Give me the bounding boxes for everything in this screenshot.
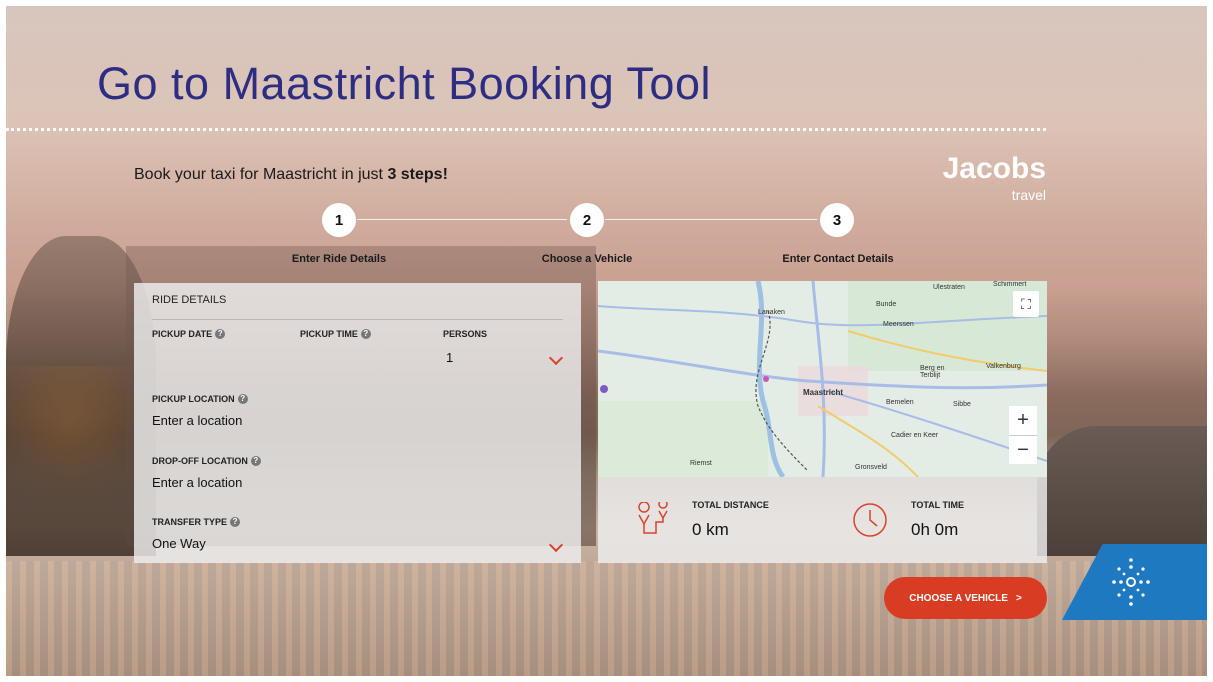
map-place-label: Schimmert — [993, 281, 1027, 288]
route-icon — [638, 502, 668, 534]
step-3-label: Enter Contact Details — [782, 253, 894, 265]
help-icon[interactable]: ? — [215, 329, 226, 339]
persons-label: PERSONS — [443, 329, 487, 339]
chevron-right-icon: > — [1015, 592, 1022, 604]
map-place-label: Cadier en Keer — [891, 432, 939, 439]
transfer-type-label-text: TRANSFER TYPE — [152, 517, 228, 527]
chevron-down-icon[interactable] — [548, 350, 564, 366]
step-3-circle: 3 — [820, 203, 854, 237]
sun-logo-icon — [1112, 558, 1150, 606]
choose-vehicle-button[interactable]: CHOOSE A VEHICLE > — [884, 577, 1047, 619]
map-place-label: Ulestraten — [933, 284, 965, 291]
map-place-label: Bunde — [876, 301, 897, 308]
subtitle-text: Book your taxi for Maastricht in just — [134, 166, 388, 183]
ride-details-panel: RIDE DETAILS PICKUP DATE ? PICKUP TIME ?… — [134, 283, 581, 563]
step-2-label: Choose a Vehicle — [541, 253, 633, 265]
step-1-label: Enter Ride Details — [291, 253, 387, 265]
dropoff-location-input[interactable]: Enter a location — [152, 475, 242, 490]
zoom-in-button[interactable]: + — [1009, 406, 1037, 436]
clock-icon — [853, 503, 887, 537]
subtitle-bold: 3 steps! — [387, 166, 448, 183]
divider — [152, 319, 563, 320]
total-time-label: TOTAL TIME — [911, 500, 964, 510]
fullscreen-icon: ⛶ — [1021, 295, 1031, 312]
map-place-label: Valkenburg — [986, 363, 1021, 370]
transfer-type-label: TRANSFER TYPE ? — [152, 517, 241, 527]
step-connector — [357, 219, 567, 220]
choose-vehicle-label: CHOOSE A VEHICLE — [909, 592, 1008, 604]
transfer-type-select[interactable]: One Way — [152, 536, 206, 551]
zoom-out-button[interactable]: − — [1009, 436, 1037, 465]
persons-label-text: PERSONS — [443, 329, 488, 339]
pickup-location-label-text: PICKUP LOCATION — [152, 394, 235, 404]
pickup-location-label: PICKUP LOCATION ? — [152, 394, 248, 404]
pickup-time-label-text: PICKUP TIME — [300, 329, 358, 339]
help-icon[interactable]: ? — [237, 394, 248, 404]
map-graphic — [598, 281, 1047, 477]
total-distance-value: 0 km — [692, 520, 729, 539]
step-2-circle: 2 — [570, 203, 604, 237]
map-place-label: Sibbe — [953, 401, 971, 408]
persons-select[interactable]: 1 — [446, 350, 453, 365]
step-connector — [605, 219, 817, 220]
total-distance-label: TOTAL DISTANCE — [692, 500, 769, 510]
map-place-label: Bemelen — [886, 399, 914, 406]
pickup-time-label: PICKUP TIME ? — [300, 329, 371, 339]
pickup-time-input[interactable] — [300, 345, 420, 375]
map-place-label: Berg en Terblijt — [920, 365, 945, 379]
map-place-label: Meerssen — [883, 321, 914, 328]
map-place-label: Lanaken — [758, 309, 785, 316]
dropoff-location-label: DROP-OFF LOCATION ? — [152, 456, 261, 466]
brand-logo-name: Jacobs — [942, 152, 1046, 185]
dotted-divider — [6, 128, 1046, 131]
help-icon[interactable]: ? — [250, 456, 261, 466]
route-map[interactable]: Lanaken Bunde Meerssen Berg en Terblijt … — [598, 281, 1047, 477]
map-city-label: Maastricht — [803, 388, 844, 397]
total-time-value: 0h 0m — [911, 520, 959, 539]
brand-logo-sub: travel — [1011, 187, 1046, 203]
route-stats-panel: TOTAL DISTANCE 0 km TOTAL TIME 0h 0m — [598, 477, 1047, 563]
pickup-location-input[interactable]: Enter a location — [152, 413, 242, 428]
step-1-circle: 1 — [322, 203, 356, 237]
ride-details-heading: RIDE DETAILS — [152, 294, 227, 306]
map-place-label: Riemst — [690, 460, 712, 467]
dropoff-location-label-text: DROP-OFF LOCATION — [152, 456, 248, 466]
chevron-down-icon[interactable] — [548, 537, 564, 553]
page-subtitle: Book your taxi for Maastricht in just 3 … — [134, 166, 448, 184]
map-place-label: Gronsveld — [855, 464, 887, 471]
help-icon[interactable]: ? — [230, 517, 241, 527]
pickup-date-label: PICKUP DATE ? — [152, 329, 226, 339]
fullscreen-button[interactable]: ⛶ — [1013, 291, 1039, 317]
pickup-date-input[interactable] — [152, 345, 272, 375]
pickup-date-label-text: PICKUP DATE — [152, 329, 213, 339]
help-icon[interactable]: ? — [360, 329, 371, 339]
page-title: Go to Maastricht Booking Tool — [97, 58, 711, 109]
zoom-control: + − — [1009, 406, 1037, 464]
